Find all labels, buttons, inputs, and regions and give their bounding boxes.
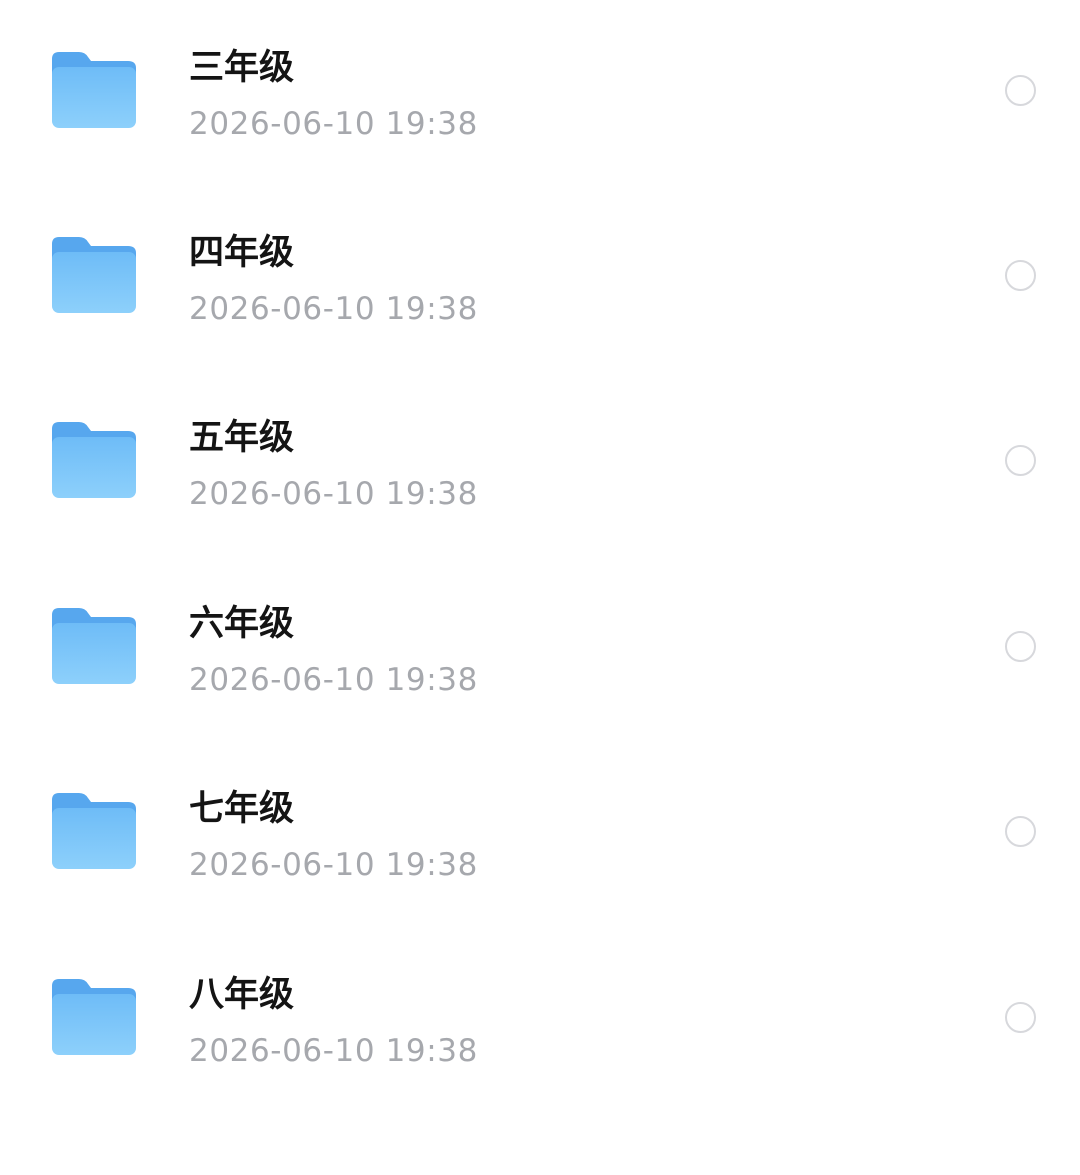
folder-name: 六年级 xyxy=(189,604,295,644)
list-item[interactable]: 五年级 2026-06-10 19:38 xyxy=(0,370,1080,530)
select-radio-icon[interactable] xyxy=(1005,1002,1036,1033)
folder-name: 七年级 xyxy=(189,789,295,829)
select-radio-icon[interactable] xyxy=(1005,816,1036,847)
folder-name: 八年级 xyxy=(189,975,295,1015)
folder-date: 2026-06-10 19:38 xyxy=(189,1033,478,1069)
folder-name: 三年级 xyxy=(189,48,295,88)
folder-name: 四年级 xyxy=(189,233,295,273)
select-radio-icon[interactable] xyxy=(1005,631,1036,662)
folder-icon xyxy=(52,608,136,684)
folder-date: 2026-06-10 19:38 xyxy=(189,106,478,142)
folder-icon xyxy=(52,52,136,128)
list-item[interactable]: 六年级 2026-06-10 19:38 xyxy=(0,556,1080,716)
select-radio-icon[interactable] xyxy=(1005,75,1036,106)
folder-icon xyxy=(52,237,136,313)
select-radio-icon[interactable] xyxy=(1005,445,1036,476)
folder-icon xyxy=(52,979,136,1055)
folder-date: 2026-06-10 19:38 xyxy=(189,847,478,883)
folder-date: 2026-06-10 19:38 xyxy=(189,662,478,698)
list-item[interactable]: 三年级 2026-06-10 19:38 xyxy=(0,0,1080,160)
list-item[interactable]: 七年级 2026-06-10 19:38 xyxy=(0,741,1080,901)
folder-name: 五年级 xyxy=(189,418,295,458)
folder-date: 2026-06-10 19:38 xyxy=(189,476,478,512)
list-item[interactable]: 四年级 2026-06-10 19:38 xyxy=(0,185,1080,345)
folder-icon xyxy=(52,793,136,869)
select-radio-icon[interactable] xyxy=(1005,260,1036,291)
list-item[interactable]: 八年级 2026-06-10 19:38 xyxy=(0,927,1080,1087)
folder-icon xyxy=(52,422,136,498)
folder-date: 2026-06-10 19:38 xyxy=(189,291,478,327)
